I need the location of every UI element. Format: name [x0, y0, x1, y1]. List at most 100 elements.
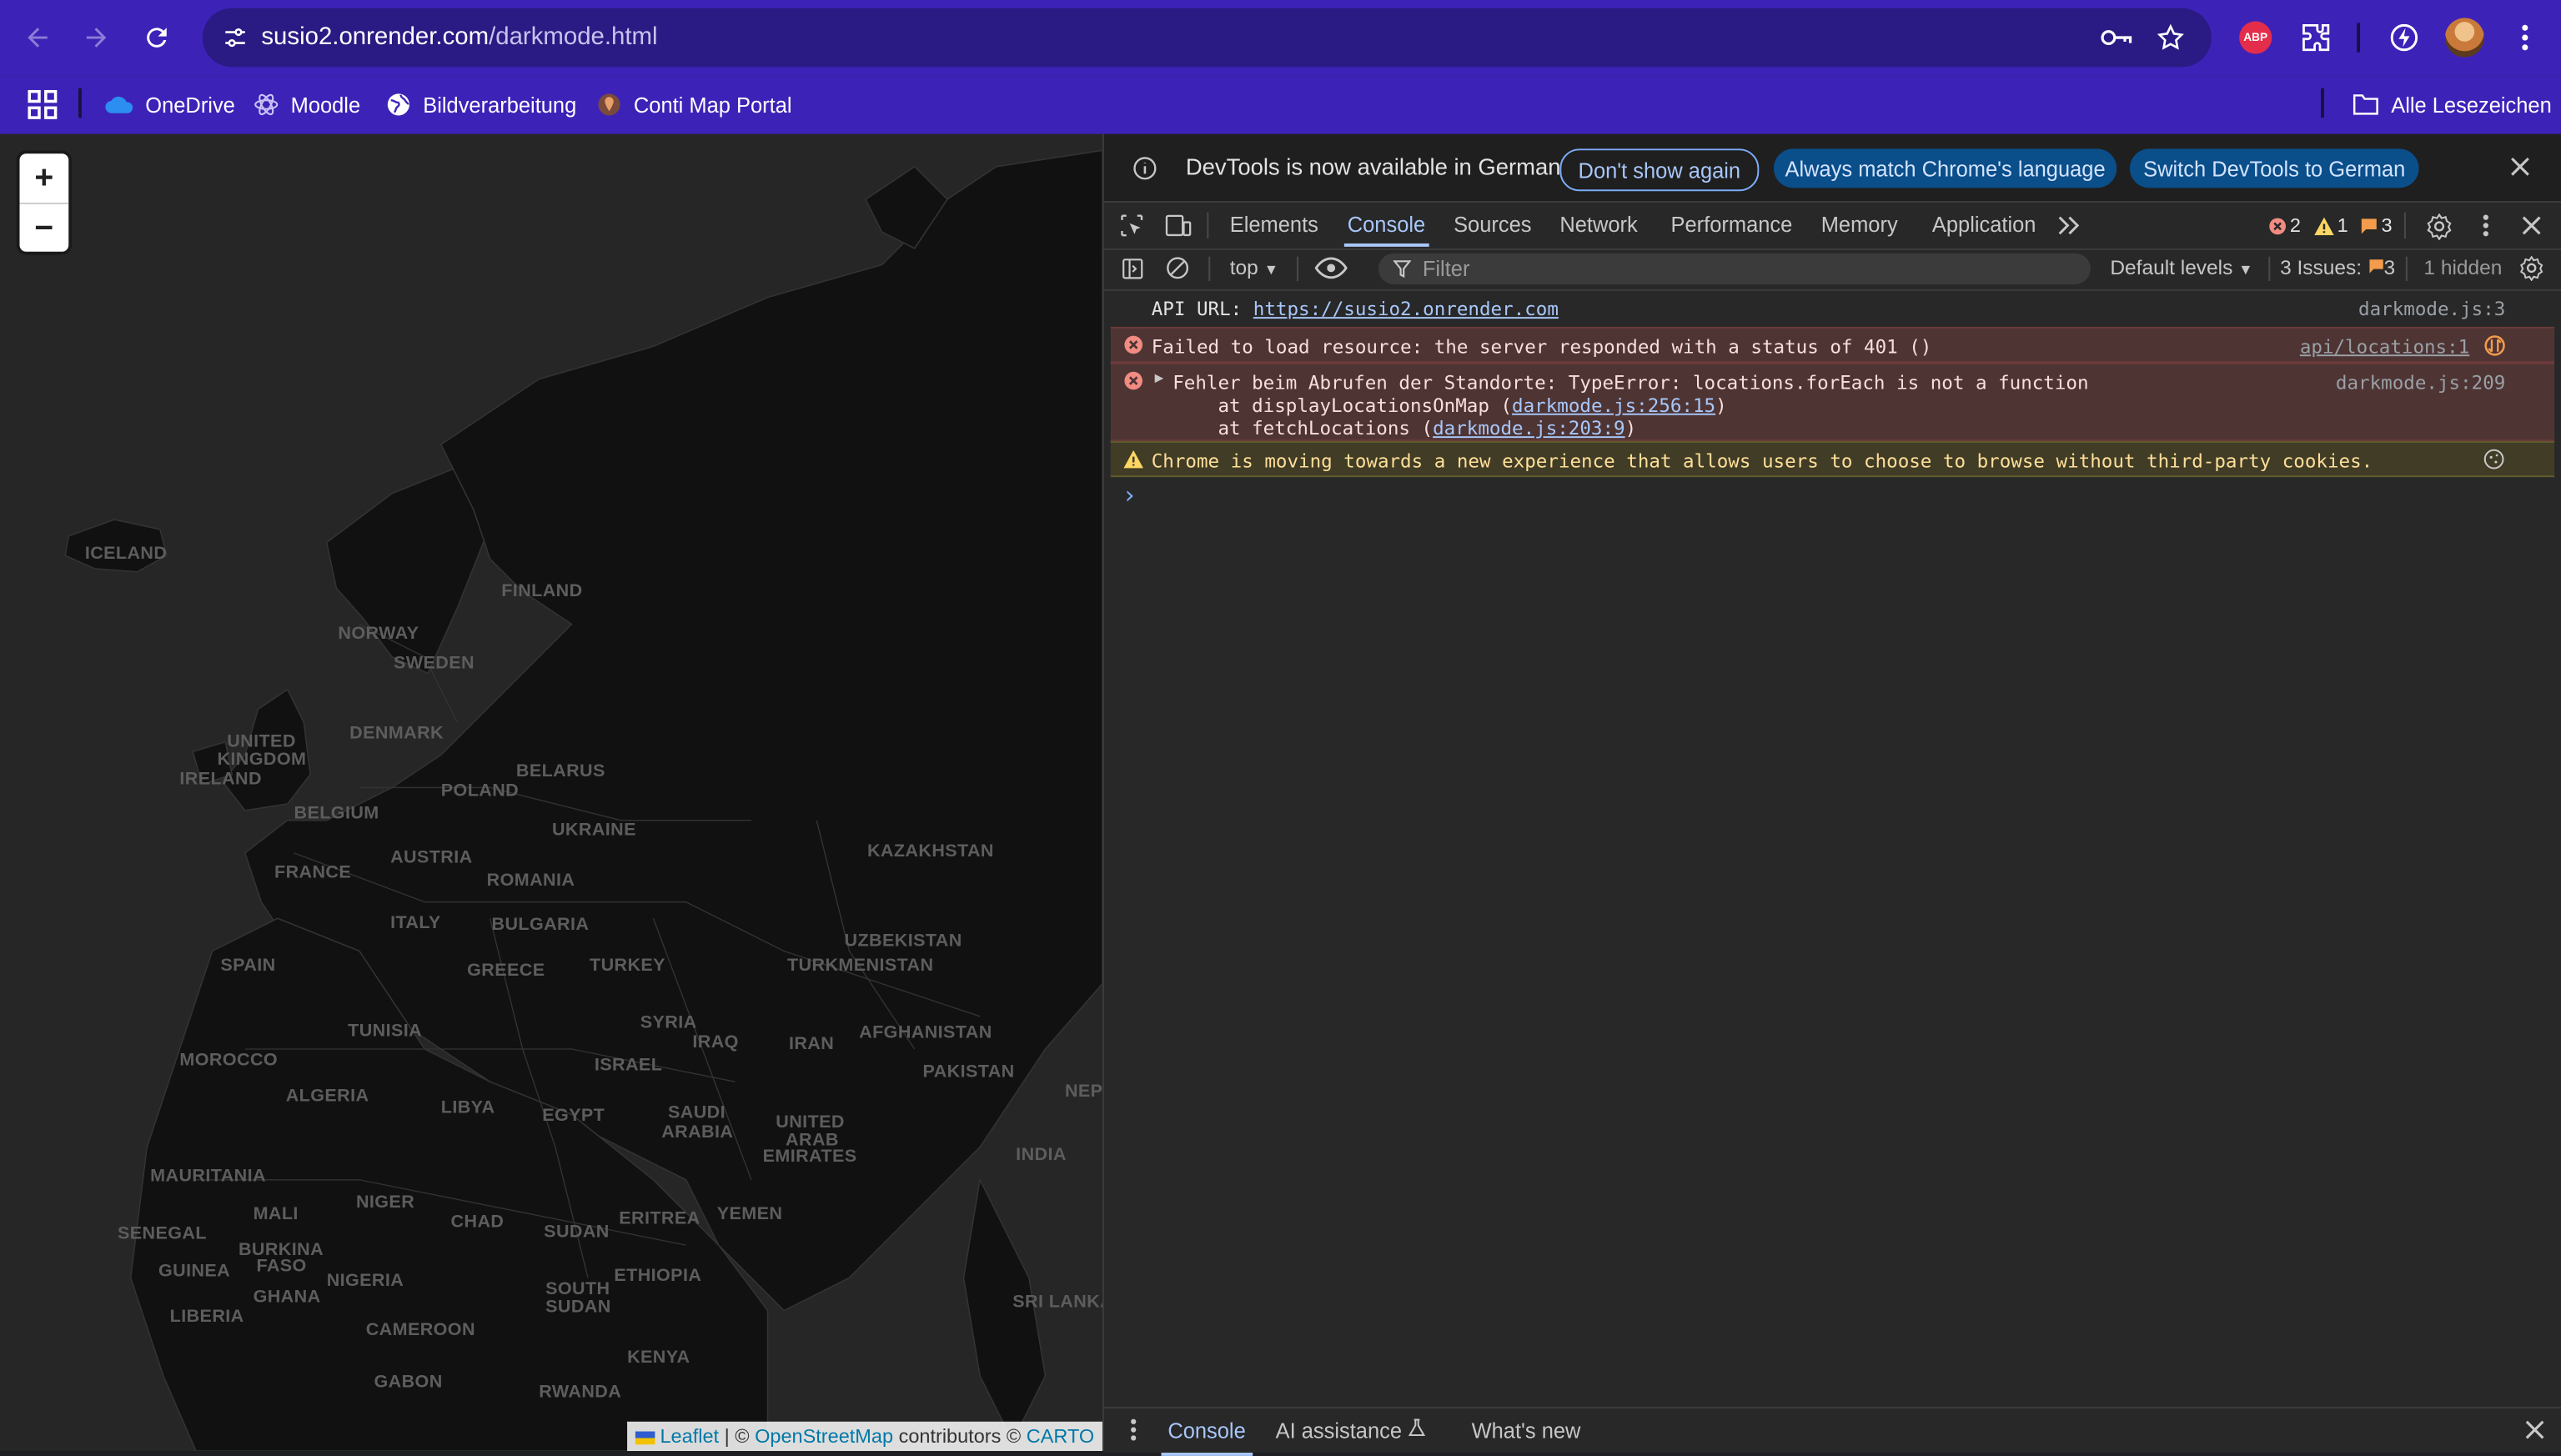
error-count-badge[interactable]: 2 — [2268, 214, 2301, 237]
drawer-tab-ai-assistance[interactable]: AI assistance — [1276, 1418, 1426, 1443]
reload-icon — [147, 28, 167, 48]
adblock-extension-icon[interactable]: ABP — [2239, 18, 2272, 58]
map-label: ALGERIA — [285, 1087, 369, 1107]
map-label: CHAD — [450, 1212, 505, 1233]
device-toolbar-icon[interactable] — [1161, 209, 1193, 242]
moodle-icon — [254, 93, 279, 116]
default-levels-dropdown[interactable]: Default levels ▼ — [2110, 257, 2252, 279]
error-source-link[interactable]: darkmode.js:209 — [2336, 371, 2505, 394]
tab-network[interactable]: Network — [1559, 213, 1637, 237]
drawer-tab-whats-new[interactable]: What's new — [1472, 1418, 1581, 1443]
close-devtools-icon[interactable] — [2515, 209, 2548, 242]
live-expression-eye-icon[interactable] — [1314, 252, 1348, 284]
map-label: SOUTH — [545, 1279, 610, 1299]
map-label: ISRAEL — [594, 1055, 663, 1076]
extensions-puzzle-icon[interactable] — [2298, 18, 2334, 58]
console-log-row: API URL: https://susio2.onrender.com dar… — [1151, 297, 2506, 321]
map-label: ERITREA — [619, 1209, 701, 1229]
clear-console-icon[interactable] — [1161, 252, 1193, 284]
profile-avatar[interactable] — [2444, 18, 2484, 58]
zoom-in-button[interactable]: + — [20, 153, 69, 203]
performance-bolt-icon[interactable] — [2386, 18, 2422, 58]
stack-link-displaylocations[interactable]: darkmode.js:256:15 — [1512, 394, 1715, 416]
devtools-tabbar: Elements Console Sources Network Perform… — [1103, 202, 2561, 250]
tab-memory[interactable]: Memory — [1821, 213, 1898, 237]
context-selector[interactable]: top ▼ — [1230, 257, 1278, 279]
error-source-link[interactable]: api/locations:1 — [2300, 335, 2469, 358]
sidebar-toggle-icon[interactable] — [1116, 252, 1148, 284]
map-label: MOROCCO — [179, 1050, 279, 1071]
ukraine-flag-icon — [635, 1431, 655, 1444]
carto-link[interactable]: CARTO — [1027, 1425, 1094, 1448]
filter-funnel-icon — [1393, 260, 1412, 279]
warning-count-badge[interactable]: 1 — [2314, 214, 2348, 237]
drawer-menu-kebab-icon[interactable] — [1117, 1413, 1150, 1446]
password-key-icon[interactable] — [2099, 21, 2135, 53]
issue-flag-icon — [2368, 259, 2383, 274]
log-source-link[interactable]: darkmode.js:3 — [2358, 298, 2505, 320]
map-label: AFGHANISTAN — [859, 1022, 992, 1043]
url-text[interactable]: susio2.onrender.com/darkmode.html — [261, 23, 657, 50]
bookmark-star-icon[interactable] — [2152, 21, 2188, 53]
devtools-menu-kebab-icon[interactable] — [2469, 209, 2502, 242]
more-tabs-chevron-icon[interactable] — [2053, 209, 2086, 242]
inspect-element-icon[interactable] — [1116, 209, 1148, 242]
tab-console[interactable]: Console — [1343, 213, 1429, 247]
map-label: KENYA — [627, 1348, 690, 1368]
map-label: RWANDA — [539, 1382, 622, 1403]
tab-performance[interactable]: Performance — [1671, 213, 1793, 237]
bookmarks-separator — [78, 88, 82, 118]
issues-count-badge[interactable]: 3 — [2360, 214, 2393, 237]
back-button[interactable] — [15, 15, 61, 61]
devtools-settings-gear-icon[interactable] — [2422, 209, 2454, 242]
apps-grid-icon[interactable] — [28, 85, 58, 124]
map-label: UNITED — [776, 1112, 845, 1132]
api-url-link[interactable]: https://susio2.onrender.com — [1253, 298, 1559, 320]
map-label: FINLAND — [501, 581, 583, 602]
drawer-tab-console[interactable]: Console — [1161, 1418, 1252, 1456]
switch-devtools-german-button[interactable]: Switch DevTools to German — [2129, 148, 2419, 188]
chrome-menu-icon[interactable] — [2508, 18, 2541, 58]
zoom-out-button[interactable]: − — [19, 202, 69, 254]
map-label: SENEGAL — [118, 1223, 207, 1244]
map-label: NIGERIA — [326, 1271, 404, 1292]
all-bookmarks-button[interactable]: Alle Lesezeichen — [2352, 85, 2552, 124]
hidden-count: 1 hidden — [2423, 256, 2503, 280]
address-bar[interactable]: susio2.onrender.com/darkmode.html — [202, 8, 2212, 68]
close-drawer-icon[interactable] — [2518, 1413, 2551, 1446]
leaflet-link[interactable]: Leaflet — [660, 1425, 719, 1448]
network-request-icon[interactable] — [2484, 335, 2505, 356]
bookmark-moodle[interactable]: Moodle — [254, 85, 360, 124]
map-label: NIGER — [355, 1192, 415, 1212]
leaflet-map[interactable]: + − ICELAND FINLAND NORWAY SWEDEN DENMAR… — [0, 133, 1102, 1452]
site-info-icon[interactable] — [216, 18, 255, 58]
close-infobar-icon[interactable] — [2510, 157, 2530, 177]
console-filter-input[interactable]: Filter — [1378, 253, 2091, 284]
forward-button[interactable] — [73, 15, 119, 61]
cookie-icon[interactable] — [2483, 448, 2505, 470]
onedrive-cloud-icon — [105, 96, 133, 113]
map-label: FRANCE — [274, 862, 352, 883]
tab-sources[interactable]: Sources — [1454, 213, 1531, 237]
issues-link[interactable]: 3 Issues: 3 — [2280, 257, 2395, 279]
osm-link[interactable]: OpenStreetMap — [755, 1425, 893, 1448]
bookmark-onedrive[interactable]: OneDrive — [104, 85, 235, 124]
tab-application[interactable]: Application — [1932, 213, 2036, 237]
map-label: EGYPT — [542, 1106, 605, 1127]
bookmark-bildverarbeitung[interactable]: Bildverarbeitung — [385, 85, 576, 124]
console-settings-gear-icon[interactable] — [2515, 252, 2548, 284]
map-label: CAMEROON — [365, 1320, 475, 1340]
map-label: SUDAN — [545, 1297, 611, 1318]
bookmark-conti-map-portal[interactable]: Conti Map Portal — [596, 85, 792, 124]
expand-triangle-icon[interactable]: ▶ — [1155, 371, 1164, 388]
tab-elements[interactable]: Elements — [1230, 213, 1318, 237]
console-prompt[interactable]: › — [1111, 480, 2554, 513]
dont-show-again-button[interactable]: Don't show again — [1559, 148, 1760, 192]
stack-link-fetchlocations[interactable]: darkmode.js:203:9 — [1433, 417, 1625, 439]
reload-button[interactable] — [134, 15, 180, 61]
map-label: PAKISTAN — [922, 1062, 1015, 1082]
map-label: ARABIA — [661, 1122, 734, 1142]
always-match-language-button[interactable]: Always match Chrome's language — [1773, 148, 2117, 188]
console-error-row-expandable[interactable]: ▶ Fehler beim Abrufen der Standorte: Typ… — [1110, 363, 2555, 442]
toolbar-divider — [1208, 256, 1211, 282]
